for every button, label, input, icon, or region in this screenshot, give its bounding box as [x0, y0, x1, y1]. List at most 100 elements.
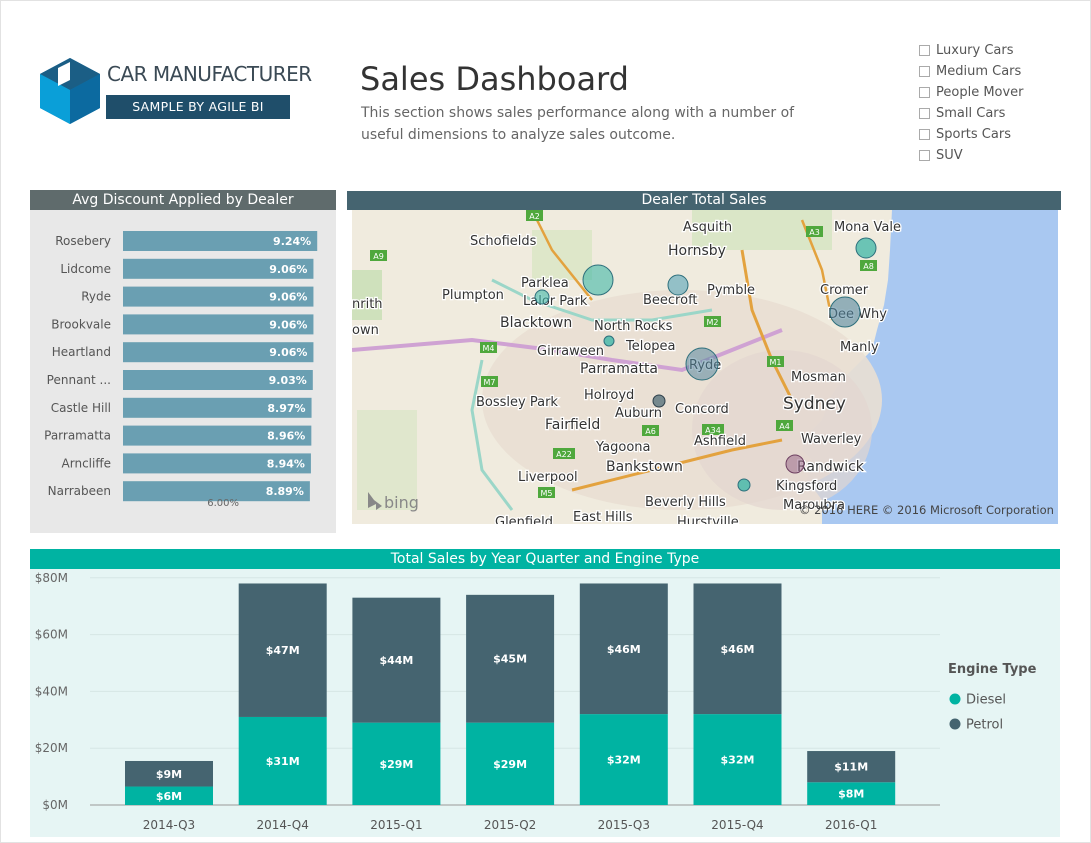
- slicer-item[interactable]: Luxury Cars: [919, 40, 1024, 61]
- logo-cube-icon: [40, 58, 100, 124]
- dealer-bubble[interactable]: [534, 289, 550, 305]
- discount-data-label: 9.06%: [269, 263, 307, 276]
- map-place-label: Bankstown: [606, 459, 683, 475]
- discount-chart: Rosebery 9.24% Lidcome 9.06% Ryde 9.06% Brookv…: [44, 231, 318, 509]
- map-place-label: Beverly Hills: [645, 495, 726, 510]
- slicer-item[interactable]: Small Cars: [919, 103, 1024, 124]
- dealer-bubble[interactable]: [785, 454, 805, 474]
- dealer-label: Rosebery: [55, 234, 111, 248]
- legend-label[interactable]: Petrol: [966, 718, 1003, 733]
- dealer-bubble[interactable]: [737, 478, 751, 492]
- map-place-label: Waverley: [801, 432, 862, 447]
- checkbox-icon[interactable]: [919, 87, 930, 98]
- map-place-label: Schofields: [470, 234, 537, 249]
- map-place-label: Liverpool: [518, 470, 578, 485]
- map-place-label: Cromer: [820, 283, 869, 298]
- dealer-map[interactable]: A2 A9 A3 A8 M2 M4 M7 M1 A6 A4 A22 A34 M5 Schofields A…: [352, 210, 1058, 524]
- map-place-label: East Hills: [573, 510, 633, 524]
- y-tick-label: $60M: [35, 628, 68, 642]
- map-place-label: nrith: [352, 297, 383, 312]
- dealer-label: Arncliffe: [62, 456, 111, 470]
- checkbox-icon[interactable]: [919, 129, 930, 140]
- discount-data-label: 8.96%: [267, 430, 305, 443]
- map-title: Dealer Total Sales: [347, 191, 1061, 210]
- x-tick-label: 2015-Q3: [598, 818, 650, 832]
- legend-label[interactable]: Diesel: [966, 693, 1006, 708]
- petrol-data-label: $44M: [379, 654, 413, 667]
- discount-data-label: 9.06%: [269, 346, 307, 359]
- slicer-item-label: Medium Cars: [936, 64, 1022, 79]
- map-place-label: Holroyd: [584, 388, 634, 403]
- diesel-data-label: $32M: [721, 754, 755, 767]
- discount-data-label: 9.06%: [269, 291, 307, 304]
- map-place-label: Plumpton: [442, 288, 504, 303]
- discount-chart-title: Avg Discount Applied by Dealer: [30, 190, 336, 210]
- checkbox-icon[interactable]: [919, 150, 930, 161]
- road-shield-label: M7: [484, 378, 496, 387]
- checkbox-icon[interactable]: [919, 66, 930, 77]
- petrol-data-label: $11M: [834, 761, 868, 774]
- road-shield-label: A4: [779, 422, 790, 431]
- discount-data-label: 8.89%: [266, 485, 304, 498]
- map-park: [352, 270, 382, 320]
- road-shield-label: M4: [483, 344, 495, 353]
- dealer-bubble[interactable]: [652, 394, 666, 408]
- dealer-bubble[interactable]: [603, 335, 615, 347]
- slicer-item[interactable]: Medium Cars: [919, 61, 1024, 82]
- diesel-data-label: $32M: [607, 754, 641, 767]
- map-attribution: © 2016 HERE © 2016 Microsoft Corporation: [799, 503, 1054, 517]
- x-tick-label: 2015-Q1: [370, 818, 422, 832]
- checkbox-icon[interactable]: [919, 108, 930, 119]
- diesel-data-label: $29M: [493, 758, 527, 771]
- car-type-slicer: Luxury Cars Medium Cars People Mover Small …: [919, 40, 1024, 166]
- slicer-item-label: Sports Cars: [936, 127, 1011, 142]
- map-place-label: Blacktown: [500, 315, 572, 331]
- slicer-item[interactable]: Sports Cars: [919, 124, 1024, 145]
- brand-name: CAR MANUFACTURER: [107, 62, 312, 86]
- discount-data-label: 9.06%: [269, 318, 307, 331]
- discount-data-label: 8.97%: [267, 402, 305, 415]
- checkbox-icon[interactable]: [919, 45, 930, 56]
- slicer-item[interactable]: People Mover: [919, 82, 1024, 103]
- map-place-label: Concord: [675, 402, 729, 417]
- map-place-label: Beecroft: [643, 293, 698, 308]
- slicer-item[interactable]: SUV: [919, 145, 1024, 166]
- discount-data-label: 9.24%: [273, 235, 311, 248]
- dealer-bubble[interactable]: [829, 296, 861, 328]
- map-place-label: North Rocks: [594, 319, 673, 334]
- diesel-data-label: $6M: [156, 790, 182, 803]
- map-place-label: Yagoona: [595, 440, 650, 455]
- map-place-label: Randwick: [797, 459, 865, 475]
- dealer-bubble[interactable]: [667, 274, 689, 296]
- dealer-bubble[interactable]: [582, 264, 614, 296]
- sales-chart: $0M $20M $40M $60M $80M $6M $9M 2014-Q3 $31M $47M…: [35, 571, 1037, 832]
- dealer-label: Heartland: [52, 345, 111, 359]
- map-place-label: Parramatta: [580, 361, 658, 377]
- road-shield-label: M5: [541, 489, 553, 498]
- page-title: Sales Dashboard: [360, 60, 629, 98]
- map-park: [532, 230, 592, 280]
- road-shield-label: A8: [863, 262, 874, 271]
- map-place-label: own: [352, 323, 379, 338]
- map-place-label: Bossley Park: [476, 395, 558, 410]
- dealer-label: Lidcome: [60, 262, 111, 276]
- road-shield-label: A9: [373, 252, 384, 261]
- legend-marker[interactable]: [949, 718, 961, 730]
- diesel-data-label: $8M: [838, 788, 864, 801]
- map-place-label: Glenfield: [495, 515, 553, 524]
- map-place-label: Lalor Park: [523, 294, 588, 309]
- slicer-item-label: SUV: [936, 148, 963, 163]
- x-tick-label: 2016-Q1: [825, 818, 877, 832]
- slicer-item-label: Small Cars: [936, 106, 1006, 121]
- legend-marker[interactable]: [949, 693, 961, 705]
- petrol-data-label: $46M: [607, 643, 641, 656]
- discount-data-label: 9.03%: [269, 374, 307, 387]
- sales-chart-title: Total Sales by Year Quarter and Engine T…: [30, 549, 1060, 569]
- dealer-bubble[interactable]: [685, 347, 719, 381]
- map-place-label: Ashfield: [694, 434, 746, 449]
- bing-logo-text: bing: [384, 493, 419, 512]
- dealer-label: Parramatta: [44, 429, 111, 443]
- discount-data-label: 8.94%: [267, 457, 305, 470]
- slicer-item-label: People Mover: [936, 85, 1024, 100]
- dealer-bubble[interactable]: [855, 237, 877, 259]
